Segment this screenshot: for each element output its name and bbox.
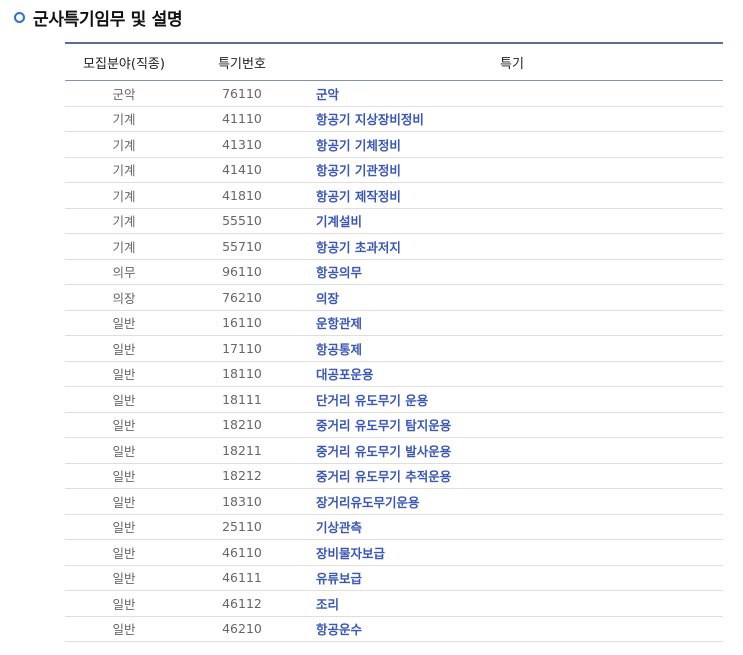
recruit-field-cell: 기계 (65, 233, 183, 260)
specialty-code-cell: 18310 (183, 488, 301, 515)
recruit-field-cell: 기계 (65, 157, 183, 183)
specialty-code-cell: 16110 (183, 310, 301, 336)
recruit-field-cell: 일반 (65, 590, 183, 617)
header-row: 모집분야(직종) 특기번호 특기 (65, 42, 723, 81)
table-row: 기계 41110 항공기 지상장비정비 (65, 106, 723, 132)
specialty-code-cell: 76110 (183, 80, 301, 107)
table-row: 일반 16110 운항관제 (65, 310, 723, 336)
table-row: 기계 55710 항공기 초과저지 (65, 233, 723, 260)
table-row: 기계 41310 항공기 기체정비 (65, 131, 723, 158)
specialty-code-cell: 18210 (183, 412, 301, 438)
table-row: 기계 41410 항공기 기관정비 (65, 157, 723, 183)
specialty-link[interactable]: 조리 (301, 590, 723, 617)
specialty-code-cell: 17110 (183, 335, 301, 362)
table-row: 군악 76110 군악 (65, 80, 723, 107)
table-row: 일반 18110 대공포운용 (65, 361, 723, 387)
specialty-link[interactable]: 중거리 유도무기 추적운용 (301, 463, 723, 489)
recruit-field-cell: 일반 (65, 361, 183, 387)
circle-bullet-icon (14, 11, 25, 23)
table-row: 기계 55510 기계설비 (65, 208, 723, 234)
recruit-field-cell: 기계 (65, 131, 183, 158)
recruit-field-cell: 기계 (65, 208, 183, 234)
specialty-code-cell: 41410 (183, 157, 301, 183)
specialty-link[interactable]: 유류보급 (301, 565, 723, 591)
specialty-table: 모집분야(직종) 특기번호 특기 군악 76110 군악 기계 41110 항공기 지상장… (65, 42, 723, 642)
recruit-field-cell: 일반 (65, 437, 183, 464)
recruit-field-cell: 기계 (65, 106, 183, 132)
recruit-field-cell: 일반 (65, 565, 183, 591)
specialty-code-cell: 55710 (183, 233, 301, 260)
table-header: 모집분야(직종) 특기번호 특기 (65, 42, 723, 81)
recruit-field-cell: 일반 (65, 335, 183, 362)
specialty-code-cell: 96110 (183, 259, 301, 285)
specialty-code-cell: 41110 (183, 106, 301, 132)
specialty-code-cell: 46210 (183, 616, 301, 642)
table-row: 일반 25110 기상관측 (65, 514, 723, 540)
recruit-field-cell: 의장 (65, 284, 183, 311)
table-row: 일반 18310 장거리유도무기운용 (65, 488, 723, 515)
table-row: 의장 76210 의장 (65, 284, 723, 311)
specialty-code-cell: 18212 (183, 463, 301, 489)
table-row: 일반 46111 유류보급 (65, 565, 723, 591)
specialty-link[interactable]: 중거리 유도무기 탐지운용 (301, 412, 723, 438)
specialty-link[interactable]: 기계설비 (301, 208, 723, 234)
specialty-link[interactable]: 의장 (301, 284, 723, 311)
specialty-link[interactable]: 장비물자보급 (301, 539, 723, 566)
table-row: 일반 18210 중거리 유도무기 탐지운용 (65, 412, 723, 438)
specialty-code-cell: 76210 (183, 284, 301, 311)
specialty-link[interactable]: 항공의무 (301, 259, 723, 285)
specialty-link[interactable]: 기상관측 (301, 514, 723, 540)
table-row: 기계 41810 항공기 제작정비 (65, 182, 723, 209)
recruit-field-cell: 일반 (65, 386, 183, 413)
specialty-code-cell: 18111 (183, 386, 301, 413)
specialty-link[interactable]: 대공포운용 (301, 361, 723, 387)
recruit-field-cell: 일반 (65, 616, 183, 642)
specialty-link[interactable]: 운항관제 (301, 310, 723, 336)
specialty-link[interactable]: 항공운수 (301, 616, 723, 642)
specialty-link[interactable]: 군악 (301, 80, 723, 107)
header-specialty: 특기 (301, 42, 723, 81)
table-row: 일반 46110 장비물자보급 (65, 539, 723, 566)
recruit-field-cell: 일반 (65, 463, 183, 489)
recruit-field-cell: 기계 (65, 182, 183, 209)
specialty-code-cell: 25110 (183, 514, 301, 540)
specialty-link[interactable]: 중거리 유도무기 발사운용 (301, 437, 723, 464)
specialty-code-cell: 55510 (183, 208, 301, 234)
recruit-field-cell: 일반 (65, 539, 183, 566)
header-field: 모집분야(직종) (65, 42, 183, 81)
recruit-field-cell: 일반 (65, 412, 183, 438)
recruit-field-cell: 일반 (65, 514, 183, 540)
table-row: 의무 96110 항공의무 (65, 259, 723, 285)
table-body: 군악 76110 군악 기계 41110 항공기 지상장비정비 기계 41310 항공기 기체정… (65, 80, 723, 642)
specialty-link[interactable]: 장거리유도무기운용 (301, 488, 723, 515)
specialty-code-cell: 46111 (183, 565, 301, 591)
specialty-link[interactable]: 항공기 기관정비 (301, 157, 723, 183)
specialty-code-cell: 46110 (183, 539, 301, 566)
recruit-field-cell: 일반 (65, 310, 183, 336)
table-row: 일반 18111 단거리 유도무기 운용 (65, 386, 723, 413)
recruit-field-cell: 군악 (65, 80, 183, 107)
header-code: 특기번호 (183, 42, 301, 81)
table-row: 일반 18212 중거리 유도무기 추적운용 (65, 463, 723, 489)
recruit-field-cell: 의무 (65, 259, 183, 285)
specialty-link[interactable]: 항공기 지상장비정비 (301, 106, 723, 132)
specialty-link[interactable]: 항공기 제작정비 (301, 182, 723, 209)
specialty-code-cell: 18110 (183, 361, 301, 387)
specialty-link[interactable]: 단거리 유도무기 운용 (301, 386, 723, 413)
recruit-field-cell: 일반 (65, 488, 183, 515)
specialty-link[interactable]: 항공통제 (301, 335, 723, 362)
section-heading: 군사특기임무 및 설명 (14, 4, 183, 30)
page-title: 군사특기임무 및 설명 (33, 9, 183, 30)
specialty-code-cell: 41810 (183, 182, 301, 209)
specialty-link[interactable]: 항공기 기체정비 (301, 131, 723, 158)
specialty-link[interactable]: 항공기 초과저지 (301, 233, 723, 260)
table-row: 일반 17110 항공통제 (65, 335, 723, 362)
specialty-code-cell: 41310 (183, 131, 301, 158)
specialty-code-cell: 18211 (183, 437, 301, 464)
table-row: 일반 18211 중거리 유도무기 발사운용 (65, 437, 723, 464)
table-row: 일반 46112 조리 (65, 590, 723, 617)
table-row: 일반 46210 항공운수 (65, 616, 723, 642)
specialty-code-cell: 46112 (183, 590, 301, 617)
